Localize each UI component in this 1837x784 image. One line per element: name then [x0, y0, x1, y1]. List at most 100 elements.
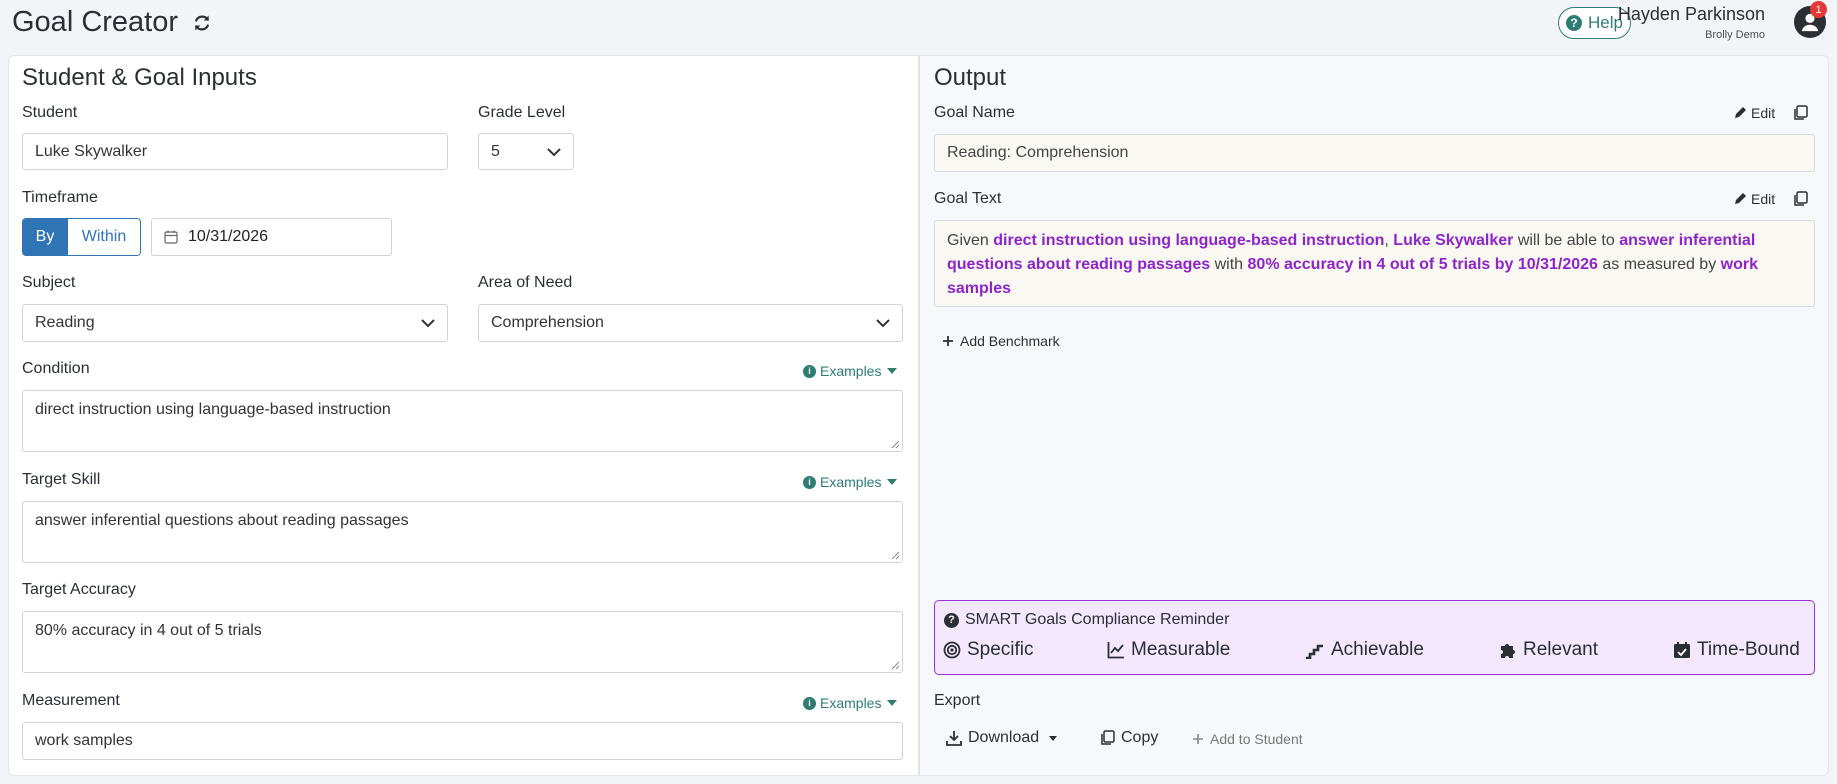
- refresh-icon[interactable]: [192, 13, 212, 33]
- target-accuracy-textarea[interactable]: 80% accuracy in 4 out of 5 trials: [22, 611, 903, 673]
- date-value: 10/31/2026: [188, 228, 269, 245]
- subject-label: Subject: [22, 274, 76, 291]
- chart-line-icon: [1107, 642, 1124, 659]
- condition-examples-dropdown[interactable]: i Examples: [803, 363, 898, 379]
- grade-level-select[interactable]: 5: [478, 133, 574, 170]
- target-accuracy-value: 80% accuracy in 4 out of 5 trials: [35, 622, 262, 639]
- user-info: Hayden Parkinson Brolly Demo: [1618, 4, 1765, 41]
- timeframe-toggle: By Within: [22, 218, 141, 256]
- goal-text-edit-button[interactable]: Edit: [1733, 191, 1775, 207]
- smart-title-text: SMART Goals Compliance Reminder: [965, 611, 1230, 628]
- calendar-icon: [164, 230, 178, 244]
- measurement-input[interactable]: work samples: [22, 722, 903, 760]
- student-label: Student: [22, 104, 78, 121]
- examples-label: Examples: [820, 363, 882, 379]
- add-to-student-button[interactable]: Add to Student: [1192, 731, 1303, 747]
- stairs-icon: [1306, 644, 1323, 659]
- condition-textarea[interactable]: direct instruction using language-based …: [22, 390, 903, 452]
- caret-down-icon: [887, 368, 898, 374]
- inputs-section-title: Student & Goal Inputs: [22, 64, 257, 91]
- add-benchmark-label: Add Benchmark: [960, 333, 1060, 349]
- target-icon: [943, 641, 961, 659]
- measurement-examples-dropdown[interactable]: i Examples: [803, 695, 898, 711]
- copy-icon[interactable]: [1793, 105, 1808, 121]
- info-icon: i: [803, 364, 816, 378]
- student-input[interactable]: Luke Skywalker: [22, 133, 448, 170]
- question-circle-icon: ?: [944, 612, 959, 628]
- page-title-text: Goal Creator: [12, 6, 179, 38]
- pencil-icon: [1735, 107, 1746, 118]
- smart-reminder: ? SMART Goals Compliance Reminder Specif…: [934, 600, 1815, 675]
- caret-down-icon: [1049, 735, 1058, 741]
- copy-icon[interactable]: [1793, 191, 1808, 207]
- target-skill-label: Target Skill: [22, 471, 101, 488]
- smart-item-label: Time-Bound: [1697, 639, 1800, 660]
- goal-text-plain: Given: [947, 232, 994, 249]
- smart-item-label: Specific: [967, 639, 1034, 660]
- condition-label: Condition: [22, 360, 90, 377]
- goal-name-actions: Edit: [1733, 105, 1808, 121]
- target-skill-textarea[interactable]: answer inferential questions about readi…: [22, 501, 903, 563]
- question-circle-icon: ?: [1566, 15, 1583, 31]
- goal-text-actions: Edit: [1733, 191, 1808, 207]
- copy-label: Copy: [1121, 729, 1159, 746]
- download-button[interactable]: Download: [946, 729, 1058, 747]
- chevron-down-icon: [421, 319, 435, 328]
- copy-icon: [1101, 730, 1115, 745]
- examples-label: Examples: [820, 474, 882, 490]
- target-accuracy-label: Target Accuracy: [22, 581, 136, 598]
- timeframe-within-button[interactable]: Within: [67, 219, 140, 255]
- chevron-down-icon: [547, 147, 561, 156]
- puzzle-icon: [1501, 644, 1515, 658]
- download-icon: [946, 731, 962, 746]
- goal-text-plain: with: [1210, 256, 1248, 273]
- edit-label: Edit: [1751, 191, 1776, 207]
- area-of-need-value: Comprehension: [491, 314, 604, 331]
- resize-handle-icon[interactable]: [891, 440, 900, 449]
- goal-text-output: Given direct instruction using language-…: [934, 220, 1815, 307]
- user-name: Hayden Parkinson: [1617, 4, 1765, 24]
- info-icon: i: [803, 696, 816, 710]
- goal-text-plain: will be able to: [1513, 232, 1620, 249]
- caret-down-icon: [887, 700, 898, 706]
- user-org: Brolly Demo: [1705, 29, 1765, 41]
- goal-text-plain: as measured by: [1597, 256, 1721, 273]
- smart-item-achievable: Achievable: [1305, 639, 1424, 661]
- output-panel: Output Goal Name Edit Reading: Comprehen…: [919, 55, 1829, 776]
- target-skill-examples-dropdown[interactable]: i Examples: [803, 474, 898, 490]
- add-benchmark-button[interactable]: Add Benchmark: [942, 333, 1060, 349]
- target-skill-value: answer inferential questions about readi…: [35, 512, 409, 529]
- plus-icon: [1193, 734, 1203, 744]
- output-section-title: Output: [934, 64, 1007, 91]
- smart-title: ? SMART Goals Compliance Reminder: [944, 611, 1229, 629]
- timeframe-by-button[interactable]: By: [23, 219, 67, 255]
- grade-level-label: Grade Level: [478, 104, 566, 121]
- download-label: Download: [968, 729, 1040, 746]
- goal-text-accuracy: 80% accuracy in 4 out of 5 trials by 10/…: [1247, 256, 1598, 273]
- area-of-need-label: Area of Need: [478, 274, 573, 291]
- goal-name-edit-button[interactable]: Edit: [1733, 105, 1775, 121]
- subject-select[interactable]: Reading: [22, 304, 448, 342]
- resize-handle-icon[interactable]: [891, 661, 900, 670]
- timeframe-label: Timeframe: [22, 189, 98, 206]
- area-of-need-select[interactable]: Comprehension: [478, 304, 903, 342]
- goal-text-plain: ,: [1384, 232, 1394, 249]
- date-input[interactable]: 10/31/2026: [151, 218, 392, 256]
- info-icon: i: [803, 475, 816, 489]
- subject-value: Reading: [35, 314, 95, 331]
- resize-handle-icon[interactable]: [891, 551, 900, 560]
- smart-item-label: Relevant: [1523, 639, 1598, 660]
- pencil-icon: [1735, 193, 1746, 204]
- condition-value: direct instruction using language-based …: [35, 401, 391, 418]
- goal-name-label: Goal Name: [934, 104, 1015, 121]
- add-to-student-label: Add to Student: [1210, 731, 1303, 747]
- copy-button[interactable]: Copy: [1100, 729, 1158, 747]
- notification-badge[interactable]: 1: [1810, 1, 1827, 18]
- smart-item-measurable: Measurable: [1107, 639, 1230, 661]
- goal-text-student: Luke Skywalker: [1393, 232, 1514, 249]
- smart-item-relevant: Relevant: [1499, 639, 1598, 661]
- examples-label: Examples: [820, 695, 882, 711]
- measurement-label: Measurement: [22, 692, 120, 709]
- page-title: Goal Creator: [12, 6, 212, 39]
- smart-item-label: Achievable: [1331, 639, 1424, 660]
